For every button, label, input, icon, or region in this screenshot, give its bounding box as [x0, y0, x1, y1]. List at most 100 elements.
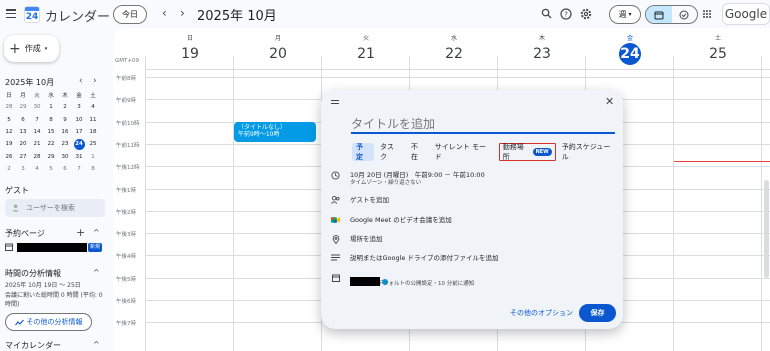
mini-day[interactable]: 6	[58, 166, 72, 172]
tab-event[interactable]: 予定	[352, 143, 374, 161]
mini-day[interactable]: 2	[2, 166, 16, 172]
mini-day[interactable]: 14	[30, 129, 44, 135]
add-description-row[interactable]: 説明またはGoogle ドライブの添付ファイルを追加	[331, 254, 499, 263]
tab-task[interactable]: タスク	[376, 143, 405, 161]
mini-day[interactable]: 28	[30, 154, 44, 160]
redacted-booking-page[interactable]	[17, 243, 87, 252]
chevron-down-icon: ▾	[44, 45, 48, 52]
mini-day[interactable]: 27	[16, 154, 30, 160]
next-week-button[interactable]: ›	[180, 6, 185, 20]
mini-day[interactable]: 11	[86, 117, 100, 123]
tab-appointment-schedule[interactable]: 予約スケジュール	[558, 143, 621, 161]
add-meet-row[interactable]: Google Meet のビデオ会議を追加	[331, 216, 452, 226]
event-title-input[interactable]	[351, 116, 615, 134]
insights-meeting-time: 会議に割いた総時間 0 時間 (平均: 0 時間)	[5, 292, 103, 308]
mini-day[interactable]: 22	[44, 141, 58, 147]
mini-day[interactable]: 7	[72, 166, 86, 172]
tab-working-location[interactable]: 勤務場所 NEW	[498, 143, 556, 161]
date-time-row[interactable]: 10月 20日 (月曜日) 午前9:00 － 午前10:00 タイムゾーン・繰り…	[331, 171, 485, 187]
mini-day[interactable]: 21	[30, 141, 44, 147]
mini-day[interactable]: 8	[44, 117, 58, 123]
mini-day[interactable]: 26	[2, 154, 16, 160]
mini-day[interactable]: 30	[58, 154, 72, 160]
mini-day[interactable]: 4	[86, 104, 100, 110]
more-options-button[interactable]: その他のオプション	[510, 308, 573, 318]
location-pin-icon	[331, 235, 340, 246]
mini-day[interactable]: 18	[86, 129, 100, 135]
mini-day[interactable]: 3	[16, 166, 30, 172]
time-insights-heading: 時間の分析情報	[5, 269, 61, 278]
mini-day[interactable]: 24	[72, 138, 86, 150]
mini-day[interactable]: 5	[2, 117, 16, 123]
calendar-select-row[interactable]: 予定あり・デフォルトの公開設定・10 分前に通知	[331, 271, 474, 288]
tab-out-of-office[interactable]: 不在	[407, 143, 429, 161]
mini-day[interactable]: 29	[16, 104, 30, 110]
calendar-tasks-toggle	[645, 5, 698, 24]
calendar-event[interactable]: （タイトルなし） 午前9時～10時	[234, 122, 316, 142]
guest-search-input[interactable]: ユーザーを検索	[5, 199, 105, 217]
mini-day[interactable]: 4	[30, 166, 44, 172]
mini-day[interactable]: 17	[72, 129, 86, 135]
mini-day[interactable]: 28	[2, 104, 16, 110]
mini-calendar-title: 2025年 10月	[5, 78, 55, 87]
main-menu-icon[interactable]	[6, 9, 16, 18]
add-location-row[interactable]: 場所を追加	[331, 235, 383, 246]
mini-day[interactable]: 30	[30, 104, 44, 110]
current-month-title: 2025年 10月	[197, 9, 277, 24]
tasks-view-icon[interactable]	[672, 6, 698, 23]
new-badge: NEW	[532, 148, 552, 156]
google-account-button[interactable]: Google	[722, 3, 770, 25]
create-button[interactable]: + 作成 ▾	[4, 35, 59, 62]
mini-day[interactable]: 19	[2, 141, 16, 147]
event-time: 午前9時～10時	[238, 131, 280, 138]
hour-label: 午後2時	[116, 209, 136, 216]
mini-day[interactable]: 10	[72, 117, 86, 123]
search-icon[interactable]	[540, 8, 552, 20]
mini-day[interactable]: 1	[86, 154, 100, 160]
collapse-insights-icon[interactable]: ^	[93, 268, 100, 277]
mini-day[interactable]: 7	[30, 117, 44, 123]
save-button[interactable]: 保存	[579, 304, 616, 322]
mini-day[interactable]: 13	[16, 129, 30, 135]
hour-label: 午前9時	[116, 98, 136, 105]
help-icon[interactable]: ?	[560, 8, 572, 20]
view-select-button[interactable]: 週 ▾	[609, 5, 641, 24]
close-icon[interactable]: ✕	[605, 95, 614, 108]
mini-day[interactable]: 5	[44, 166, 58, 172]
hour-label: 午後3時	[116, 232, 136, 239]
add-booking-page-icon[interactable]: +	[76, 226, 85, 239]
google-apps-icon[interactable]	[703, 10, 712, 19]
tab-focus-time[interactable]: サイレント モード	[431, 143, 497, 161]
mini-day[interactable]: 12	[2, 129, 16, 135]
mini-day[interactable]: 23	[58, 141, 72, 147]
mini-day[interactable]: 6	[16, 117, 30, 123]
add-guests-row[interactable]: ゲストを追加	[331, 196, 389, 206]
mini-day[interactable]: 16	[58, 129, 72, 135]
scrollbar[interactable]	[764, 180, 769, 278]
more-insights-button[interactable]: その他の分析情報	[5, 313, 92, 331]
mini-weekday: 木	[62, 93, 68, 100]
mini-day[interactable]: 2	[58, 104, 72, 110]
collapse-booking-icon[interactable]: ^	[93, 228, 100, 237]
mini-day[interactable]: 29	[44, 154, 58, 160]
calendar-view-icon[interactable]	[646, 6, 672, 23]
mini-day[interactable]: 15	[44, 129, 58, 135]
mini-day[interactable]: 3	[72, 104, 86, 110]
calendar-logo[interactable]: 24	[24, 6, 40, 23]
mini-day[interactable]: 8	[86, 166, 100, 172]
redacted-calendar-name	[350, 277, 380, 286]
today-button[interactable]: 今日	[113, 5, 147, 24]
mini-calendar-next-button[interactable]: ›	[93, 76, 97, 86]
calendar-app: 24 カレンダー 今日 ‹ › 2025年 10月 ? 週 ▾ Google +…	[0, 0, 770, 351]
mini-day[interactable]: 9	[58, 117, 72, 123]
mini-calendar-prev-button[interactable]: ‹	[79, 76, 83, 86]
mini-day[interactable]: 1	[44, 104, 58, 110]
tab-working-location-label: 勤務場所	[502, 143, 524, 161]
mini-day[interactable]: 31	[72, 154, 86, 160]
drag-handle-icon[interactable]	[331, 100, 339, 104]
mini-day[interactable]: 25	[86, 141, 100, 147]
mini-day[interactable]: 20	[16, 141, 30, 147]
settings-gear-icon[interactable]	[580, 8, 592, 20]
collapse-my-calendars-icon[interactable]: ^	[93, 340, 100, 349]
previous-week-button[interactable]: ‹	[162, 6, 167, 20]
